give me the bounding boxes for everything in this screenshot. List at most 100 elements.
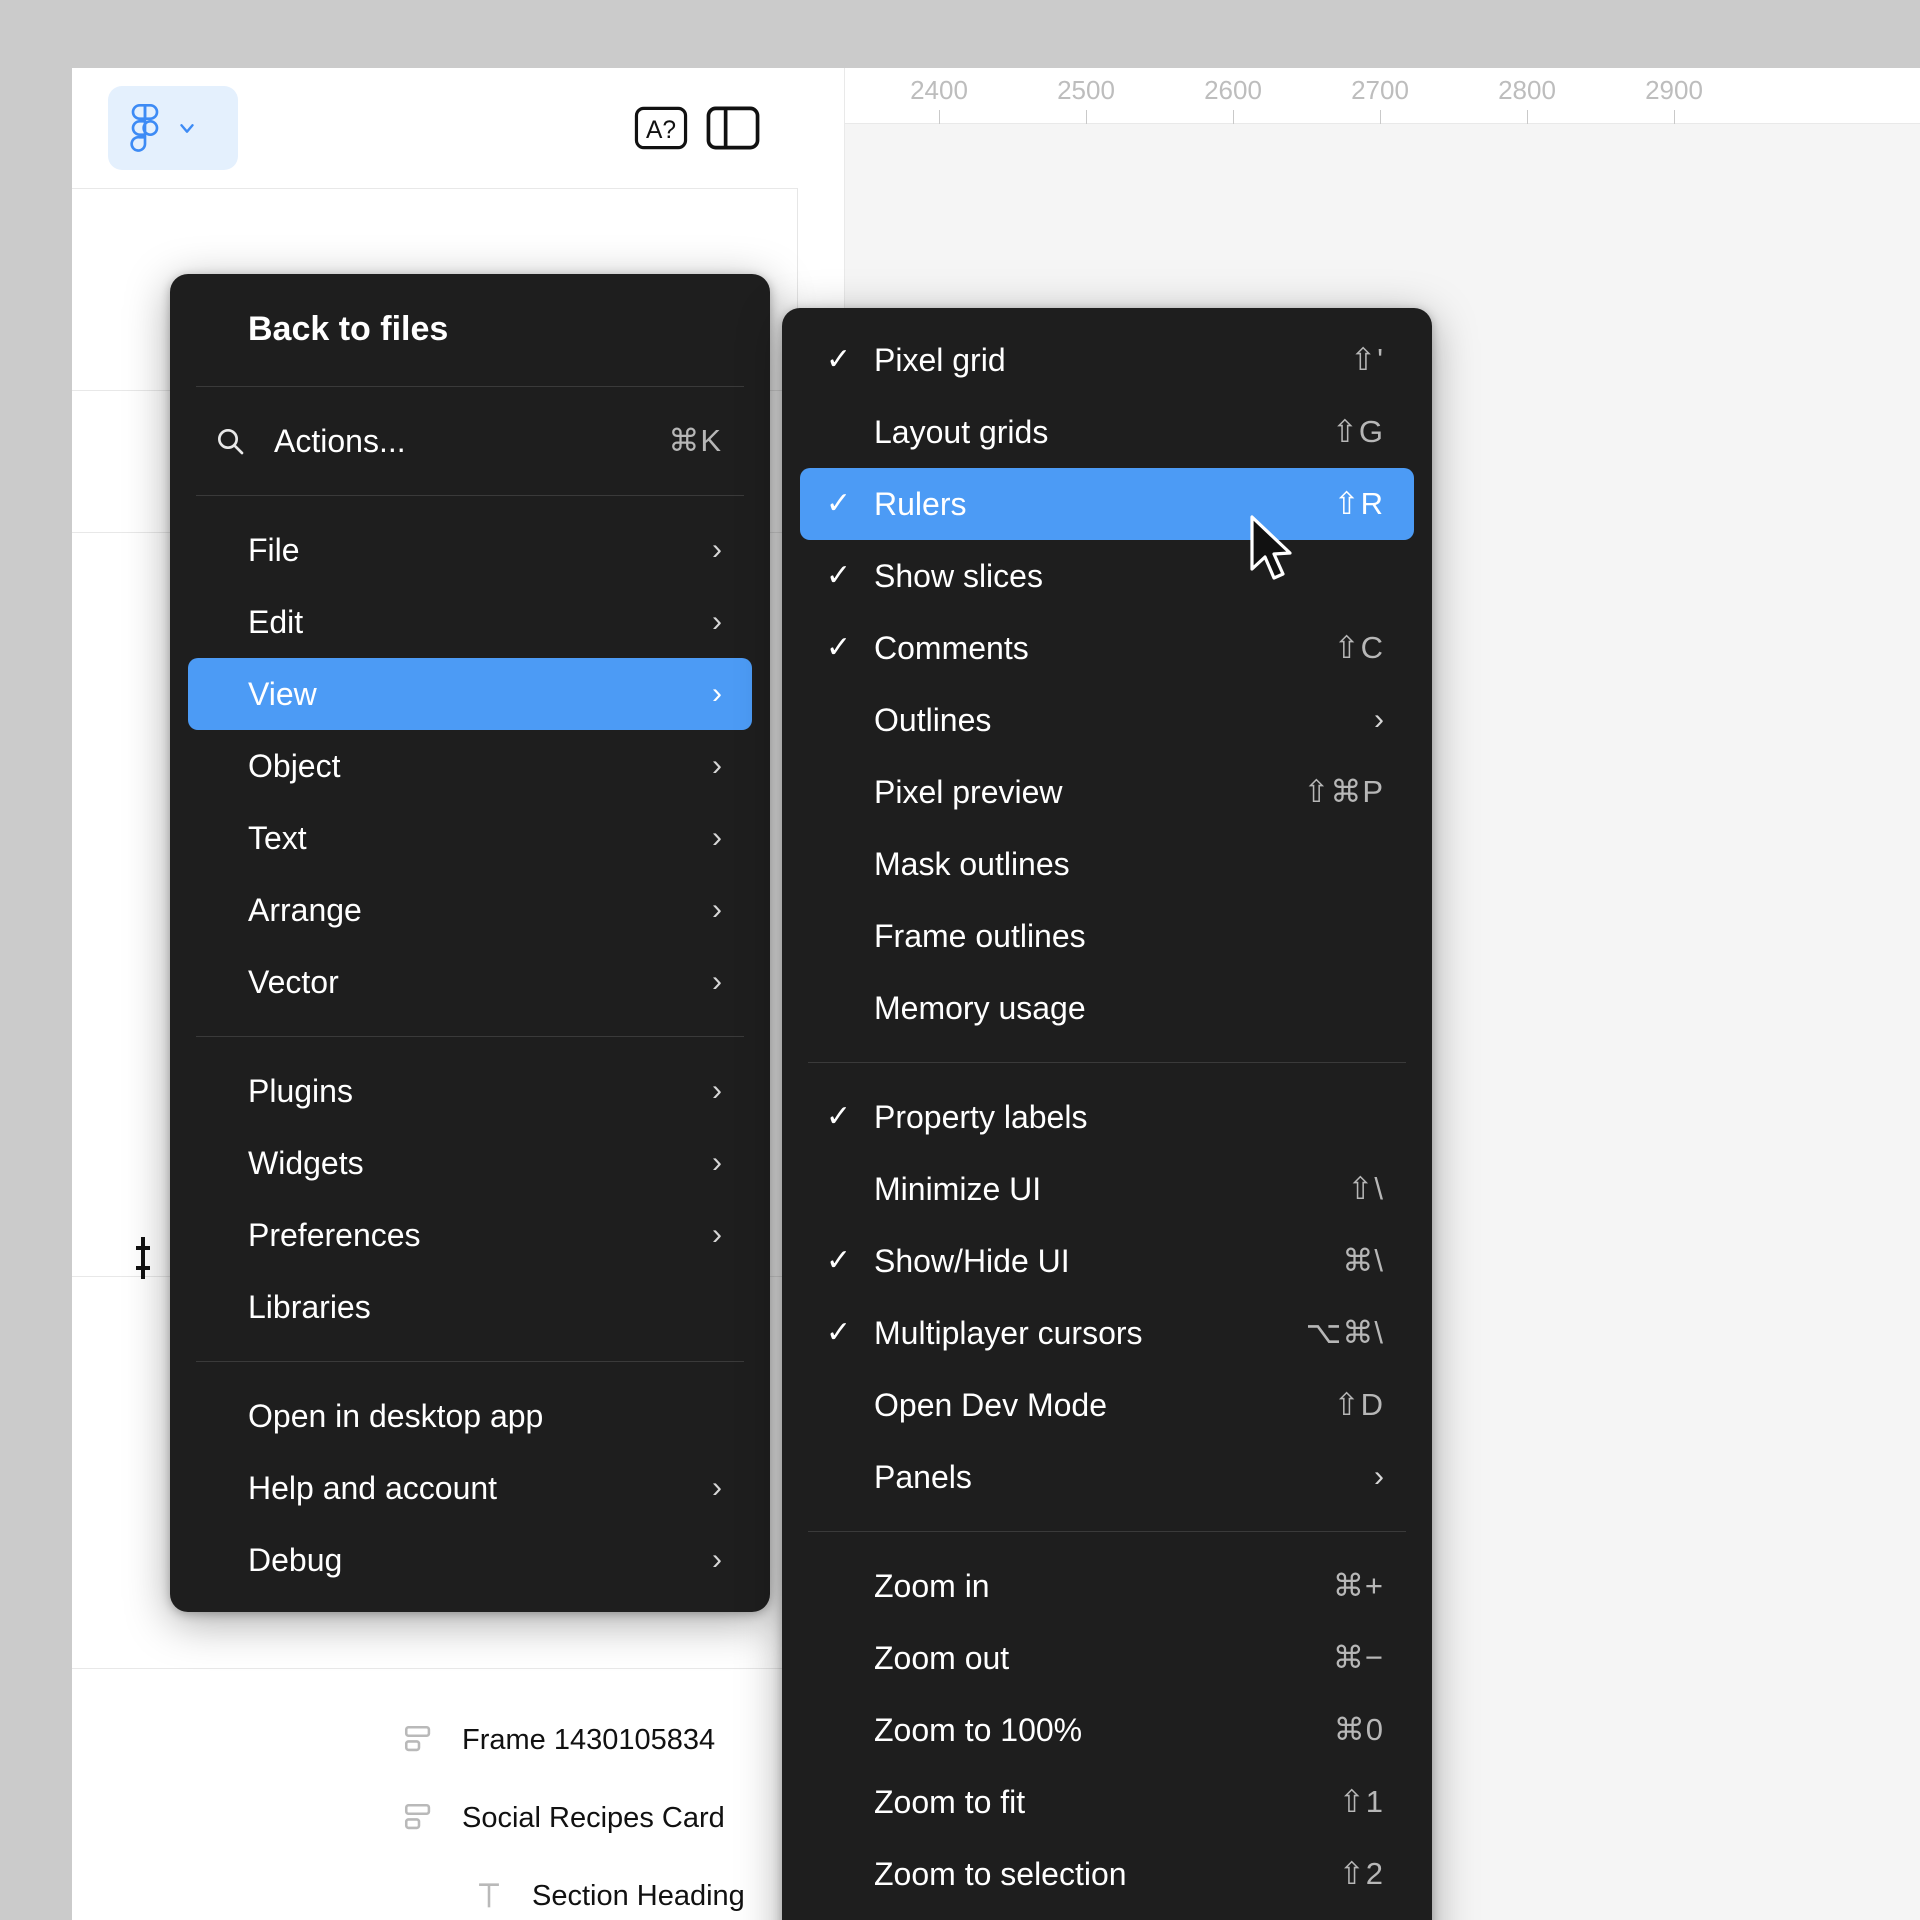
- menu-item-open-in-desktop-app[interactable]: Open in desktop app: [188, 1380, 752, 1452]
- menu-item-label: Vector: [248, 963, 339, 1000]
- ruler-tick-mark: [1233, 110, 1234, 124]
- menu-item-frame-outlines[interactable]: ✓Frame outlines: [800, 900, 1414, 972]
- actions-search-item[interactable]: Actions... ⌘K: [188, 405, 752, 477]
- menu-item-preferences[interactable]: Preferences ›: [188, 1199, 752, 1271]
- menu-item-shortcut: ⌥⌘\: [1305, 1315, 1384, 1350]
- menu-item-outlines[interactable]: ✓Outlines ›: [800, 684, 1414, 756]
- menu-item-label: Object: [248, 747, 341, 784]
- menu-item-arrange[interactable]: Arrange ›: [188, 874, 752, 946]
- ruler-tick-label: 2900: [1645, 75, 1703, 105]
- menu-item-label: Plugins: [248, 1072, 353, 1109]
- menu-item-pixel-grid[interactable]: ✓ Pixel grid ⇧': [800, 324, 1414, 396]
- layer-row[interactable]: Section Heading: [472, 1868, 745, 1920]
- check-icon: ✓: [826, 559, 852, 592]
- ruler-tick: 2500: [1057, 68, 1115, 124]
- menu-item-minimize-ui[interactable]: ✓Minimize UI ⇧\: [800, 1153, 1414, 1225]
- menu-item-label: Pixel preview: [874, 773, 1063, 810]
- menu-item-label: Show slices: [874, 557, 1043, 594]
- menu-item-zoom-in[interactable]: ✓Zoom in ⌘+: [800, 1550, 1414, 1622]
- ruler-tick-mark: [1527, 110, 1528, 124]
- check-placeholder: ✓: [826, 1859, 874, 1889]
- menu-item-shortcut: ⇧⌘P: [1303, 774, 1384, 809]
- menu-item-label: Zoom to 100%: [874, 1711, 1083, 1748]
- menu-item-object[interactable]: Object ›: [188, 730, 752, 802]
- menu-item-label: Widgets: [248, 1144, 364, 1181]
- menu-item-show-slices[interactable]: ✓ Show slices: [800, 540, 1414, 612]
- menu-item-panels[interactable]: ✓Panels ›: [800, 1441, 1414, 1513]
- ruler-tick-mark: [1086, 110, 1087, 124]
- menu-item-label: Zoom in: [874, 1567, 990, 1604]
- menu-item-label: Frame outlines: [874, 917, 1086, 954]
- check-placeholder: ✓: [826, 993, 874, 1023]
- menu-item-view[interactable]: View ›: [188, 658, 752, 730]
- layer-row[interactable]: Frame 1430105834: [402, 1712, 715, 1768]
- menu-item-label: Zoom to fit: [874, 1783, 1026, 1820]
- menu-item-rulers[interactable]: ✓ Rulers ⇧R: [800, 468, 1414, 540]
- toolbar: A?: [72, 68, 798, 188]
- ruler-tick-label: 2800: [1498, 75, 1556, 105]
- menu-item-shortcut: ⌘+: [1332, 1568, 1384, 1603]
- menu-item-label: Show/Hide UI: [874, 1242, 1070, 1279]
- horizontal-ruler[interactable]: 2400 2500 2600 2700 2800 2900: [799, 68, 1920, 124]
- menu-item-shortcut: ⇧D: [1333, 1387, 1384, 1422]
- chevron-right-icon: ›: [712, 965, 722, 998]
- menu-item-property-labels[interactable]: ✓ Property labels: [800, 1081, 1414, 1153]
- menu-item-debug[interactable]: Debug ›: [188, 1524, 752, 1596]
- menu-item-vector[interactable]: Vector ›: [188, 946, 752, 1018]
- figma-main-menu-button[interactable]: [108, 86, 238, 170]
- menu-separator: [808, 1062, 1406, 1063]
- menu-item-pixel-preview[interactable]: ✓Pixel preview ⇧⌘P: [800, 756, 1414, 828]
- menu-item-label: Pixel grid: [874, 341, 1006, 378]
- menu-item-file[interactable]: File ›: [188, 514, 752, 586]
- view-submenu[interactable]: ✓Pixel grid⇧'✓Layout grids⇧G✓Rulers⇧R✓Sh…: [782, 308, 1432, 1920]
- menu-item-edit[interactable]: Edit ›: [188, 586, 752, 658]
- panel-divider: [72, 1668, 797, 1669]
- menu-item-show-hide-ui[interactable]: ✓ Show/Hide UI ⌘\: [800, 1225, 1414, 1297]
- check-placeholder: ✓: [826, 1787, 874, 1817]
- actions-shortcut: ⌘K: [668, 423, 722, 458]
- chevron-down-icon: [176, 117, 198, 139]
- chevron-right-icon: ›: [1374, 1460, 1384, 1493]
- menu-item-label: Comments: [874, 629, 1029, 666]
- menu-item-label: Open Dev Mode: [874, 1386, 1108, 1423]
- menu-item-label: File: [248, 531, 300, 568]
- menu-item-memory-usage[interactable]: ✓Memory usage: [800, 972, 1414, 1044]
- panel-resize-handle[interactable]: [134, 1236, 152, 1280]
- actions-label: Actions...: [274, 422, 406, 459]
- menu-item-comments[interactable]: ✓ Comments ⇧C: [800, 612, 1414, 684]
- menu-item-label: Property labels: [874, 1098, 1088, 1135]
- menu-item-plugins[interactable]: Plugins ›: [188, 1055, 752, 1127]
- menu-item-help-and-account[interactable]: Help and account ›: [188, 1452, 752, 1524]
- menu-item-multiplayer-cursors[interactable]: ✓ Multiplayer cursors ⌥⌘\: [800, 1297, 1414, 1369]
- menu-separator: [196, 1036, 744, 1037]
- menu-item-widgets[interactable]: Widgets ›: [188, 1127, 752, 1199]
- layer-row[interactable]: Social Recipes Card: [402, 1790, 725, 1846]
- check-placeholder: ✓: [826, 1643, 874, 1673]
- panel-divider: [72, 188, 797, 189]
- menu-item-mask-outlines[interactable]: ✓Mask outlines: [800, 828, 1414, 900]
- text-review-button[interactable]: A?: [632, 103, 690, 153]
- check-placeholder: ✓: [826, 849, 874, 879]
- check-icon: ✓: [826, 1100, 852, 1133]
- figma-main-menu[interactable]: Back to files Actions... ⌘K File › Edit › Vi…: [170, 274, 770, 1612]
- layer-label: Section Heading: [532, 1879, 745, 1912]
- toggle-sidebar-button[interactable]: [704, 103, 762, 153]
- ruler-tick-mark: [1674, 110, 1675, 124]
- menu-item-label: Mask outlines: [874, 845, 1070, 882]
- menu-item-zoom-to-fit[interactable]: ✓Zoom to fit ⇧1: [800, 1766, 1414, 1838]
- chevron-right-icon: ›: [712, 605, 722, 638]
- menu-item-zoom-to-selection[interactable]: ✓Zoom to selection ⇧2: [800, 1838, 1414, 1910]
- back-to-files-item[interactable]: Back to files: [188, 290, 752, 368]
- ruler-tick-label: 2700: [1351, 75, 1409, 105]
- menu-item-layout-grids[interactable]: ✓Layout grids ⇧G: [800, 396, 1414, 468]
- check-placeholder: ✓: [826, 1174, 874, 1204]
- menu-item-libraries[interactable]: Libraries: [188, 1271, 752, 1343]
- menu-item-zoom-out[interactable]: ✓Zoom out ⌘−: [800, 1622, 1414, 1694]
- menu-item-open-dev-mode[interactable]: ✓Open Dev Mode ⇧D: [800, 1369, 1414, 1441]
- menu-item-label: View: [248, 675, 317, 712]
- menu-item-zoom-to-100[interactable]: ✓Zoom to 100% ⌘0: [800, 1694, 1414, 1766]
- frame-icon: [402, 1801, 436, 1835]
- chevron-right-icon: ›: [712, 1543, 722, 1576]
- menu-item-text[interactable]: Text ›: [188, 802, 752, 874]
- chevron-right-icon: ›: [712, 1218, 722, 1251]
